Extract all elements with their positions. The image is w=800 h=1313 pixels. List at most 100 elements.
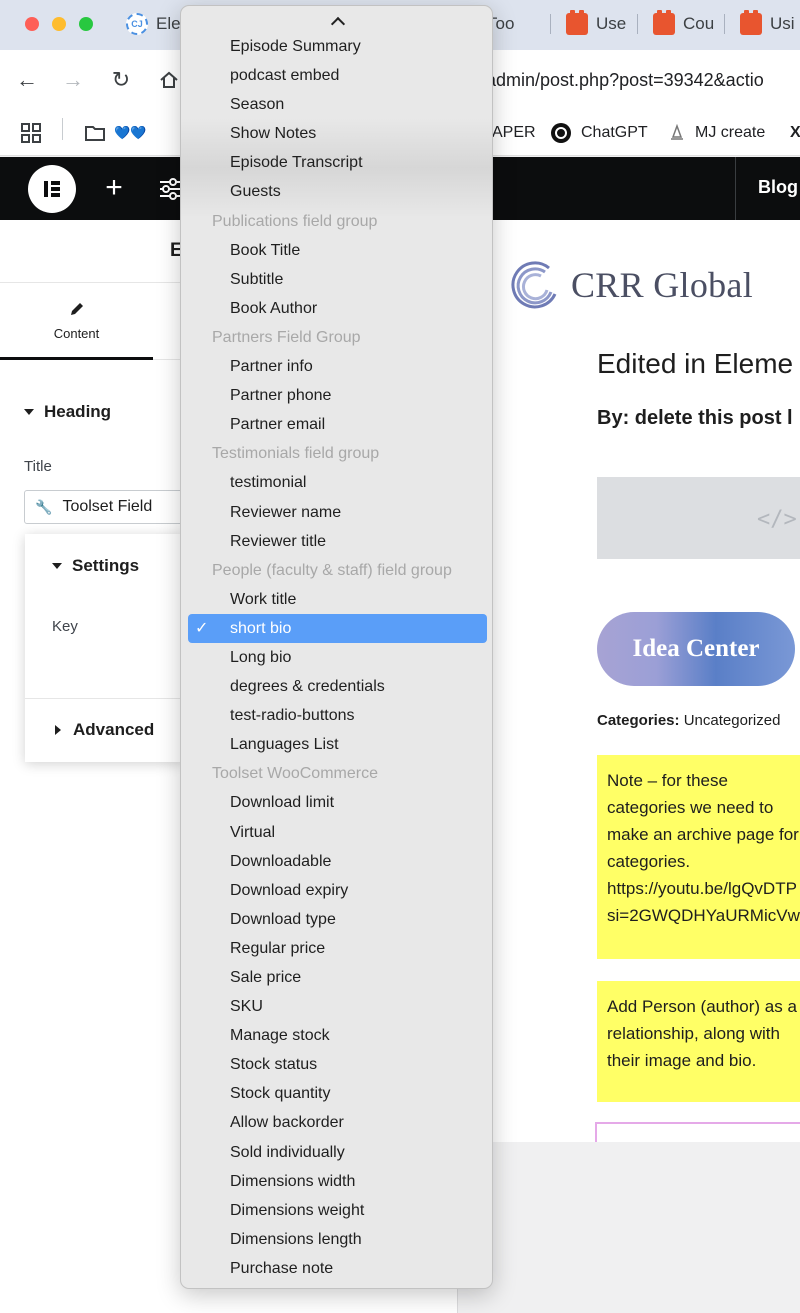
dropdown-option[interactable]: Manage stock [181, 1021, 492, 1050]
dropdown-option[interactable]: Download type [181, 905, 492, 934]
option-label: Dimensions width [230, 1172, 356, 1190]
sticky-note[interactable]: Add Person (author) as a relationship, a… [597, 981, 800, 1102]
option-label: Downloadable [230, 852, 332, 870]
bookmark-paper[interactable]: APER [492, 120, 536, 146]
dropdown-option[interactable]: podcast embed [181, 61, 492, 90]
add-element-button[interactable]: + [100, 171, 128, 207]
dropdown-option[interactable]: Work title [181, 585, 492, 614]
bookmark-chatgpt[interactable]: ChatGPT [550, 120, 648, 146]
dropdown-option[interactable]: Episode Summary [181, 32, 492, 61]
bookmark-x[interactable]: X [790, 120, 800, 146]
tab-label: Ele [156, 14, 180, 33]
tab-content-label: Content [53, 326, 100, 341]
dropdown-group-label: Publications field group [181, 207, 492, 236]
option-label: Stock quantity [230, 1085, 331, 1103]
dropdown-option[interactable]: Partner phone [181, 381, 492, 410]
option-label: Book Title [230, 241, 301, 259]
option-label: Virtual [230, 823, 276, 841]
address-bar[interactable]: -admin/post.php?post=39342&actio [480, 70, 764, 91]
forward-button[interactable]: → [58, 62, 88, 98]
minimize-window-button[interactable] [52, 17, 66, 31]
dropdown-option[interactable]: Download limit [181, 788, 492, 817]
dropdown-option[interactable]: Reviewer name [181, 498, 492, 527]
dropdown-option[interactable]: Dimensions weight [181, 1196, 492, 1225]
embed-placeholder[interactable]: </> [597, 477, 800, 559]
tab-label: Usi [770, 14, 795, 33]
settings-section-toggle[interactable]: Settings [52, 556, 139, 576]
sticky-note[interactable]: Note – for these categories we need to m… [597, 755, 800, 959]
dropdown-option[interactable]: Show Notes [181, 119, 492, 148]
dropdown-option[interactable]: Languages List [181, 730, 492, 759]
dropdown-option[interactable]: testimonial [181, 468, 492, 497]
settings-section-label: Settings [72, 556, 140, 575]
dropdown-option[interactable]: SKU [181, 992, 492, 1021]
dropdown-option[interactable]: test-radio-buttons [181, 701, 492, 730]
post-title[interactable]: Edited in Eleme [597, 348, 793, 380]
sailboat-icon [671, 124, 683, 140]
dropdown-option[interactable]: Allow backorder [181, 1108, 492, 1137]
dropdown-option[interactable]: Long bio [181, 643, 492, 672]
browser-tab-elementor[interactable]: CJ Ele [126, 10, 180, 38]
browser-tab-usi[interactable]: Usi [740, 10, 800, 38]
dropdown-option[interactable]: Book Title [181, 236, 492, 265]
dropdown-option-selected[interactable]: ✓ short bio [188, 613, 487, 643]
logo-text: CRR Global [571, 265, 754, 305]
dropdown-option[interactable]: Virtual [181, 818, 492, 847]
close-window-button[interactable] [25, 17, 39, 31]
category-link[interactable]: Uncategorized [684, 712, 781, 729]
dropdown-option[interactable]: degrees & credentials [181, 672, 492, 701]
browser-tab-cou[interactable]: Cou [653, 10, 715, 38]
dropdown-option[interactable]: Sale price [181, 963, 492, 992]
dropdown-option[interactable]: Purchase note [181, 1254, 492, 1283]
reload-button[interactable]: ↻ [106, 62, 136, 98]
dropdown-options: Episode Summary podcast embed Season Show N… [181, 32, 492, 1283]
dynamic-tag-label: Toolset Field [62, 498, 153, 515]
option-label: Guests [230, 183, 281, 201]
dropdown-option[interactable]: Stock status [181, 1050, 492, 1079]
dropdown-option[interactable]: Downloadable [181, 847, 492, 876]
dropdown-option[interactable]: Regular price [181, 934, 492, 963]
dropdown-option[interactable]: Season [181, 90, 492, 119]
maximize-window-button[interactable] [79, 17, 93, 31]
key-select-dropdown[interactable]: Episode Summary podcast embed Season Show N… [180, 5, 493, 1289]
dropdown-option[interactable]: Stock quantity [181, 1079, 492, 1108]
scroll-up-arrow-icon[interactable] [181, 11, 492, 31]
post-byline[interactable]: By: delete this post l [597, 407, 793, 430]
browser-tab-use[interactable]: Use [566, 10, 628, 38]
apps-button[interactable] [20, 120, 42, 146]
idea-center-button[interactable]: Idea Center [597, 612, 795, 686]
tab-content[interactable]: Content [0, 284, 153, 360]
brick-icon [740, 10, 762, 35]
dropdown-option[interactable]: Dimensions width [181, 1167, 492, 1196]
brick-icon [653, 10, 675, 35]
back-button[interactable]: ← [12, 62, 42, 98]
bookmark-folder-hearts[interactable]: 💙💙 [84, 120, 146, 146]
caret-down-icon [52, 563, 62, 569]
tab-label: Use [596, 14, 627, 33]
dynamic-tag-toolset-field[interactable]: 🔧 Toolset Field [24, 490, 194, 524]
option-label: Dimensions weight [230, 1201, 365, 1219]
title-control-label: Title [24, 458, 52, 475]
dropdown-option[interactable]: Episode Transcript [181, 148, 492, 177]
site-settings-sliders-icon[interactable] [160, 178, 180, 200]
dropdown-option[interactable]: Dimensions length [181, 1225, 492, 1254]
elementor-logo-button[interactable] [28, 165, 76, 213]
dropdown-option[interactable]: Reviewer title [181, 527, 492, 556]
arrow-right-icon: → [62, 67, 84, 92]
dropdown-option[interactable]: Guests [181, 177, 492, 206]
bookmark-mj-create[interactable]: MJ create [668, 120, 765, 146]
heading-section-toggle[interactable]: Heading [24, 402, 111, 422]
dropdown-option[interactable]: Sold individually [181, 1138, 492, 1167]
advanced-section-toggle[interactable]: Advanced [55, 720, 154, 740]
dropdown-option[interactable]: Partner email [181, 410, 492, 439]
option-label: Show Notes [230, 125, 317, 143]
tab-separator [637, 14, 638, 34]
crr-global-logo-icon [511, 261, 557, 309]
dropdown-option[interactable]: Subtitle [181, 265, 492, 294]
site-logo[interactable]: CRR Global [511, 260, 753, 310]
page-title-button[interactable]: Blog [735, 157, 800, 220]
dropdown-option[interactable]: Download expiry [181, 876, 492, 905]
dropdown-option[interactable]: Partner info [181, 352, 492, 381]
dropdown-option[interactable]: Book Author [181, 294, 492, 323]
browser-tab-toolset[interactable]: Too [487, 10, 542, 38]
